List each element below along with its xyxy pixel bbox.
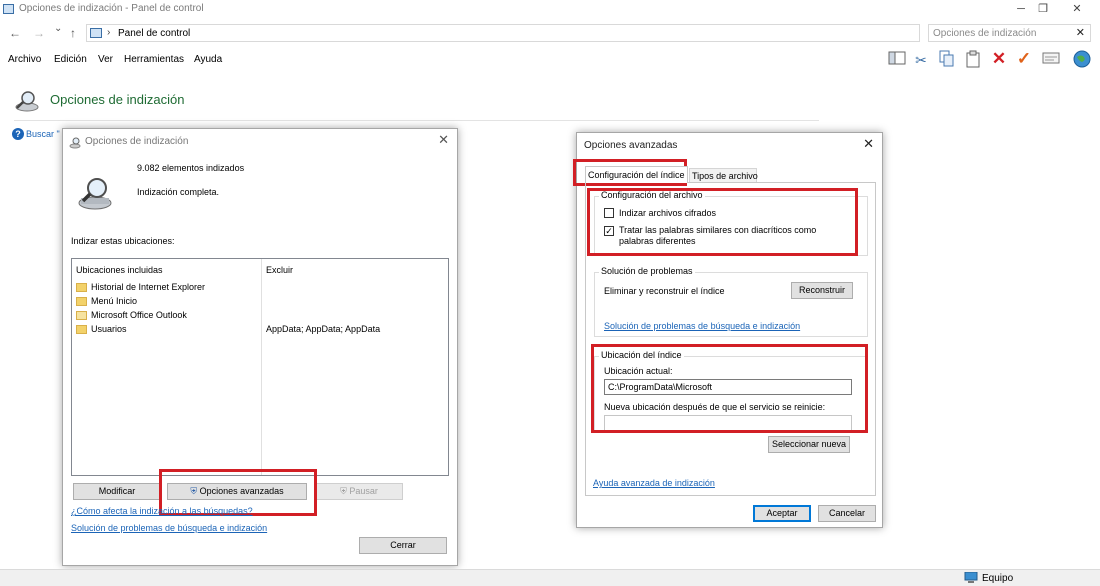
paste-icon[interactable] <box>963 50 983 70</box>
ie-history-icon <box>76 283 87 292</box>
location-name: Historial de Internet Explorer <box>91 282 206 292</box>
status-location: Equipo <box>982 573 1014 584</box>
back-arrow-icon[interactable]: ← <box>9 26 21 40</box>
tab-index-settings[interactable]: Configuración del índice <box>585 166 688 183</box>
copy-icon[interactable] <box>937 50 957 70</box>
search-help-link[interactable]: Buscar " <box>26 129 60 139</box>
list-item[interactable]: Menú Inicio <box>76 295 451 308</box>
highlight-file-settings <box>587 188 858 256</box>
address-bar-row: ← → ⌄ ↑ › Panel de control Opciones de i… <box>0 22 1100 44</box>
highlight-index-location <box>591 344 868 433</box>
chevron-right-icon[interactable]: › <box>107 27 110 38</box>
cut-icon[interactable]: ✂ <box>911 50 931 70</box>
list-item[interactable]: Microsoft Office Outlook <box>76 309 451 322</box>
close-window-button[interactable]: ✕ <box>1060 0 1094 18</box>
search-input[interactable]: Opciones de indización ✕ <box>928 24 1091 42</box>
locations-list[interactable]: Ubicaciones incluidas Excluir Historial … <box>71 258 449 476</box>
menu-bar: Archivo Edición Ver Herramientas Ayuda <box>0 52 880 68</box>
tab-file-types[interactable]: Tipos de archivo <box>689 168 758 183</box>
pause-button[interactable]: ⛨ Pausar <box>315 483 403 500</box>
tab-label: Configuración del índice <box>588 170 685 180</box>
globe-icon[interactable] <box>1072 49 1092 69</box>
ok-button[interactable]: Aceptar <box>753 505 811 522</box>
close-button[interactable]: Cerrar <box>359 537 447 554</box>
page-title: Opciones de indización <box>50 92 185 107</box>
folder-icon <box>76 325 87 334</box>
indexing-large-icon <box>75 173 115 213</box>
indexing-status: Indización completa. <box>137 187 220 197</box>
indexing-options-dialog: Opciones de indización ✕ 9.082 elementos… <box>62 128 458 566</box>
tab-panel: Configuración del archivo Indizar archiv… <box>585 182 876 496</box>
header-divider <box>14 120 819 121</box>
rebuild-text: Eliminar y reconstruir el índice <box>604 286 725 296</box>
indexing-dialog-icon <box>69 137 81 149</box>
rebuild-button[interactable]: Reconstruir <box>791 282 853 299</box>
location-exclude: AppData; AppData; AppData <box>266 324 381 334</box>
troubleshooting-group: Solución de problemas Eliminar y reconst… <box>594 266 868 337</box>
dialog-title: Opciones avanzadas <box>584 140 678 151</box>
shield-icon: ⛨ <box>340 486 347 496</box>
menu-edicion[interactable]: Edición <box>54 54 87 65</box>
list-item[interactable]: Historial de Internet Explorer <box>76 281 451 294</box>
computer-icon <box>964 571 978 583</box>
control-panel-icon <box>3 4 14 14</box>
outlook-icon <box>76 311 87 320</box>
mail-icon[interactable] <box>1041 50 1061 70</box>
window-title: Opciones de indización - Panel de contro… <box>19 3 204 14</box>
recent-dropdown-icon[interactable]: ⌄ <box>54 23 62 34</box>
how-indexing-affects-link[interactable]: ¿Cómo afecta la indización a las búsqued… <box>71 506 253 516</box>
delete-icon[interactable]: ✕ <box>989 49 1009 69</box>
forward-arrow-icon[interactable]: → <box>33 26 45 40</box>
menu-archivo[interactable]: Archivo <box>8 54 41 65</box>
group-title: Solución de problemas <box>599 266 695 276</box>
control-panel-icon <box>90 28 102 38</box>
indexing-options-icon <box>14 90 40 112</box>
menu-ayuda[interactable]: Ayuda <box>194 54 222 65</box>
panel-icon[interactable] <box>887 50 907 70</box>
up-arrow-icon[interactable]: ↑ <box>70 26 76 40</box>
folder-icon <box>76 297 87 306</box>
items-indexed-count: 9.082 elementos indizados <box>137 163 245 173</box>
restore-button[interactable]: ❐ <box>1026 0 1060 18</box>
window-titlebar: Opciones de indización - Panel de contro… <box>0 0 1100 18</box>
column-header-included[interactable]: Ubicaciones incluidas <box>76 265 163 275</box>
tab-label: Tipos de archivo <box>692 171 758 181</box>
address-input[interactable]: › Panel de control <box>86 24 920 42</box>
breadcrumb[interactable]: Panel de control <box>118 28 190 39</box>
location-name: Microsoft Office Outlook <box>91 310 187 320</box>
select-new-button[interactable]: Seleccionar nueva <box>768 436 850 453</box>
dialog-close-icon[interactable]: ✕ <box>438 132 449 148</box>
list-item[interactable]: Usuarios AppData; AppData; AppData <box>76 323 451 336</box>
checkmark-icon[interactable]: ✓ <box>1014 49 1034 69</box>
location-name: Menú Inicio <box>91 296 138 306</box>
troubleshoot-link[interactable]: Solución de problemas de búsqueda e indi… <box>71 523 267 533</box>
advanced-help-link[interactable]: Ayuda avanzada de indización <box>593 478 715 488</box>
status-bar: Equipo <box>0 569 1100 586</box>
clear-search-icon[interactable]: ✕ <box>1076 26 1085 39</box>
cancel-button[interactable]: Cancelar <box>818 505 876 522</box>
troubleshoot-link[interactable]: Solución de problemas de búsqueda e indi… <box>604 321 800 331</box>
search-placeholder: Opciones de indización <box>933 28 1037 39</box>
advanced-options-dialog: Opciones avanzadas ✕ Configuración del í… <box>573 132 883 528</box>
column-header-exclude[interactable]: Excluir <box>266 265 293 275</box>
dialog-title: Opciones de indización <box>85 136 189 147</box>
locations-label: Indizar estas ubicaciones: <box>71 236 175 246</box>
pause-label: Pausar <box>349 486 378 496</box>
help-icon[interactable]: ? <box>12 128 24 140</box>
location-name: Usuarios <box>91 324 127 334</box>
menu-herramientas[interactable]: Herramientas <box>124 54 184 65</box>
menu-ver[interactable]: Ver <box>98 54 113 65</box>
dialog-close-icon[interactable]: ✕ <box>863 136 874 152</box>
modify-button[interactable]: Modificar <box>73 483 161 500</box>
